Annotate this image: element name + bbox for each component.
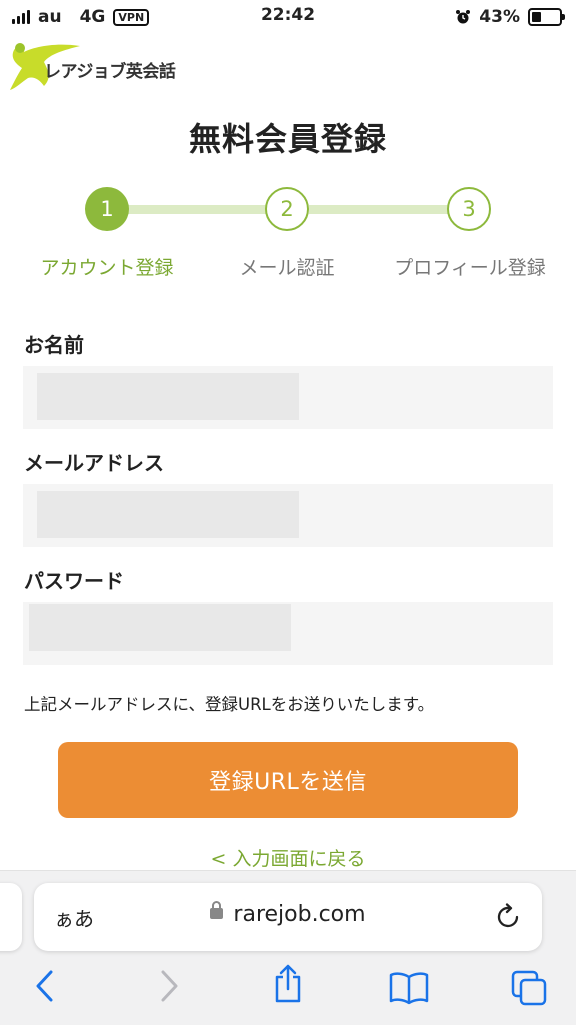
info-note: 上記メールアドレスに、登録URLをお送りいたします。 (24, 695, 435, 714)
step-connector-1 (128, 205, 266, 214)
email-value-masked (37, 491, 299, 538)
back-icon[interactable] (34, 969, 56, 1003)
name-field[interactable] (23, 366, 553, 429)
step-2-label: メール認証 (239, 257, 335, 279)
reload-icon[interactable] (496, 903, 522, 931)
lock-icon (210, 900, 224, 919)
browser-bottom-bar: ぁあ rarejob.com (0, 870, 576, 1025)
bookmarks-icon[interactable] (388, 971, 430, 1005)
password-field[interactable] (23, 602, 553, 665)
previous-tab-preview[interactable] (0, 883, 22, 951)
rarejob-logo[interactable]: レアジョブ英会話 (8, 40, 176, 92)
back-to-input-link[interactable]: < 入力画面に戻る (0, 844, 576, 871)
page-title: 無料会員登録 (188, 120, 387, 158)
share-icon[interactable] (272, 963, 304, 1005)
step-1-circle: 1 (85, 187, 129, 231)
email-field[interactable] (23, 484, 553, 547)
step-3-label: プロフィール登録 (394, 257, 546, 279)
email-label: メールアドレス (24, 451, 164, 475)
url-text: rarejob.com (233, 902, 366, 927)
logo-text: レアジョブ英会話 (44, 61, 176, 82)
password-value-masked (29, 604, 291, 651)
name-value-masked (37, 373, 299, 420)
status-bar: au 4G VPN 22:42 43% (0, 0, 576, 34)
address-bar[interactable]: ぁあ rarejob.com (34, 883, 542, 951)
battery-icon (528, 8, 565, 26)
battery-fill (532, 12, 541, 22)
step-2-circle: 2 (265, 187, 309, 231)
battery-percent: 43% (479, 7, 520, 27)
url-display[interactable]: rarejob.com (34, 900, 542, 927)
step-1-label: アカウント登録 (40, 257, 174, 279)
forward-icon[interactable] (158, 969, 180, 1003)
alarm-icon (456, 10, 471, 24)
name-label: お名前 (24, 333, 84, 357)
password-label: パスワード (24, 569, 124, 593)
tabs-icon[interactable] (510, 969, 548, 1007)
submit-button[interactable]: 登録URLを送信 (58, 742, 518, 818)
step-connector-2 (309, 205, 449, 214)
status-right: 43% (455, 6, 565, 28)
step-3-circle: 3 (447, 187, 491, 231)
